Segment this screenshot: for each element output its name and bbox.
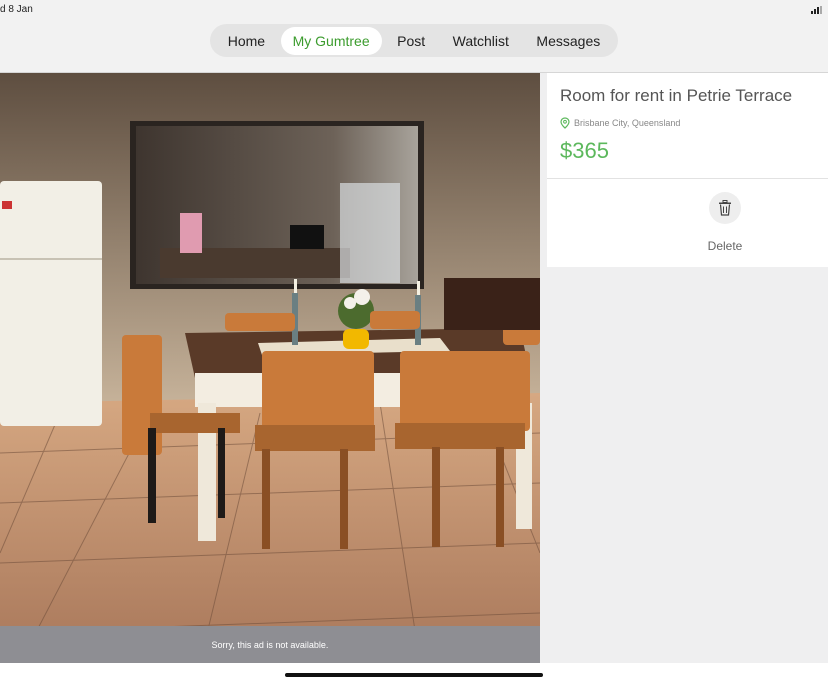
listing-photo-image (0, 73, 540, 663)
ad-unavailable-text: Sorry, this ad is not available. (211, 639, 329, 650)
delete-label[interactable]: Delete (675, 239, 775, 253)
listing-title: Room for rent in Petrie Terrace (560, 86, 793, 105)
nav-my-gumtree[interactable]: My Gumtree (280, 26, 382, 55)
card-divider (547, 178, 828, 179)
panel-gap (540, 73, 547, 267)
listing-photo[interactable]: Sorry, this ad is not available. (0, 73, 540, 663)
home-indicator[interactable] (285, 673, 543, 677)
delete-button[interactable] (709, 192, 741, 224)
status-bar: d 8 Jan (0, 0, 828, 20)
nav-watchlist[interactable]: Watchlist (441, 27, 521, 55)
nav-post[interactable]: Post (385, 27, 437, 55)
status-time: d 8 Jan (0, 4, 33, 15)
listing-location-text: Brisbane City, Queensland (574, 118, 681, 128)
listing-info-card: Room for rent in Petrie Terrace Brisbane… (547, 73, 828, 267)
listing-price: $365 (560, 138, 609, 163)
location-pin-icon (560, 117, 570, 129)
ad-unavailable-banner: Sorry, this ad is not available. (0, 626, 540, 663)
listing-location: Brisbane City, Queensland (560, 117, 680, 129)
side-panel-background (540, 267, 828, 663)
top-nav: Home My Gumtree Post Watchlist Messages (210, 24, 618, 57)
signal-icon (811, 6, 822, 14)
nav-messages[interactable]: Messages (524, 27, 612, 55)
trash-icon (719, 200, 731, 216)
nav-home[interactable]: Home (216, 27, 277, 55)
